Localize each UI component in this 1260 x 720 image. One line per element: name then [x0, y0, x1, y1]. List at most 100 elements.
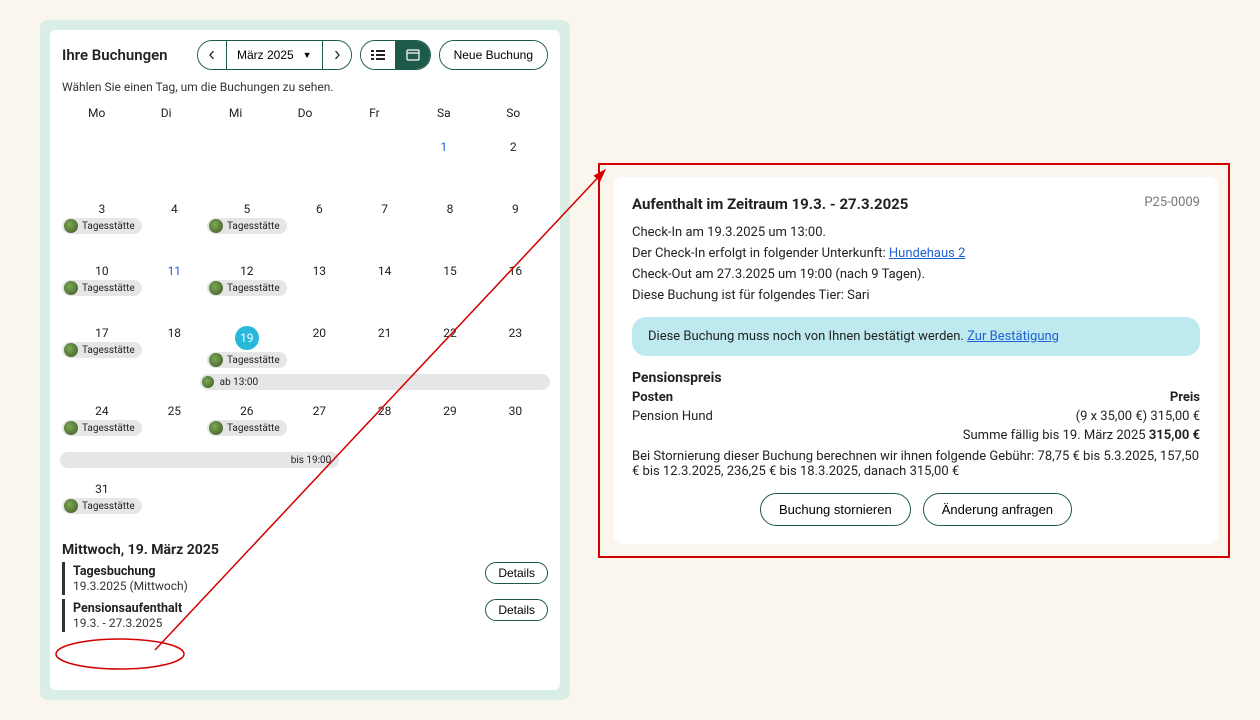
cal-cell[interactable]: 22 — [417, 312, 482, 374]
new-booking-button[interactable]: Neue Buchung — [440, 41, 547, 69]
cal-cell[interactable]: 24Tagesstätte — [62, 390, 142, 452]
cal-cell[interactable]: 21 — [352, 312, 417, 374]
daycare-tag: Tagesstätte — [207, 218, 287, 234]
cal-cell[interactable]: 18 — [142, 312, 207, 374]
details-button[interactable]: Details — [485, 599, 548, 621]
cal-cell[interactable]: 7 — [352, 188, 417, 250]
cal-cell[interactable]: 11 — [142, 250, 207, 312]
booking-sub: 19.3. - 27.3.2025 — [73, 616, 548, 630]
cal-cell[interactable] — [201, 126, 270, 188]
next-month-button[interactable] — [323, 41, 351, 69]
cal-cell[interactable]: 31Tagesstätte — [62, 468, 142, 530]
cal-cell[interactable]: 14 — [352, 250, 417, 312]
calendar-panel: Ihre Buchungen März 2025 ▼ — [40, 20, 570, 700]
help-text: Wählen Sie einen Tag, um die Buchungen z… — [62, 80, 548, 94]
weekday: Mi — [201, 106, 270, 120]
calendar-inner: Ihre Buchungen März 2025 ▼ — [50, 30, 560, 690]
selected-date-heading: Mittwoch, 19. März 2025 — [62, 542, 548, 558]
booking-item-daycare: Tagesbuchung 19.3.2025 (Mittwoch) Detail… — [62, 562, 548, 595]
view-switcher — [360, 40, 431, 70]
details-button[interactable]: Details — [485, 562, 548, 584]
accommodation-link[interactable]: Hundehaus 2 — [889, 246, 965, 261]
daycare-tag: Tagesstätte — [207, 280, 287, 296]
cal-cell[interactable]: 2 — [479, 126, 548, 188]
list-icon — [371, 49, 385, 61]
weekday-header: Mo Di Mi Do Fr Sa So — [62, 106, 548, 120]
list-view-button[interactable] — [361, 41, 396, 69]
month-select[interactable]: März 2025 ▼ — [227, 41, 323, 69]
caret-down-icon: ▼ — [303, 50, 312, 60]
cal-cell[interactable] — [62, 126, 131, 188]
cal-cell[interactable]: 3Tagesstätte — [62, 188, 142, 250]
cal-cell[interactable]: 9 — [483, 188, 548, 250]
cal-cell[interactable]: 12Tagesstätte — [207, 250, 287, 312]
weekday: Sa — [409, 106, 478, 120]
cal-cell[interactable]: 4 — [142, 188, 207, 250]
cal-cell[interactable]: 19Tagesstätte — [207, 312, 287, 374]
cancellation-note: Bei Stornierung dieser Buchung berechnen… — [632, 449, 1200, 479]
sum-row: Summe fällig bis 19. März 2025 315,00 € — [632, 428, 1200, 443]
new-booking-group: Neue Buchung — [439, 40, 548, 70]
cal-cell[interactable]: 26Tagesstätte — [207, 390, 287, 452]
cal-cell[interactable]: 6 — [287, 188, 352, 250]
confirmation-alert: Diese Buchung muss noch von Ihnen bestät… — [632, 317, 1200, 356]
checkin-line: Check-In am 19.3.2025 um 13:00. — [632, 225, 1200, 240]
pet-line: Diese Buchung ist für folgendes Tier: Sa… — [632, 288, 1200, 303]
booking-title: Tagesbuchung — [73, 564, 548, 579]
cal-cell[interactable] — [131, 126, 200, 188]
daycare-tag: Tagesstätte — [207, 420, 287, 436]
weekday: Do — [270, 106, 339, 120]
chevron-right-icon — [333, 51, 341, 59]
detail-title: Aufenthalt im Zeitraum 19.3. - 27.3.2025 — [632, 195, 908, 213]
cal-cell[interactable]: 15 — [417, 250, 482, 312]
daycare-tag: Tagesstätte — [62, 342, 142, 358]
page-title: Ihre Buchungen — [62, 46, 189, 64]
cal-cell[interactable]: 27 — [287, 390, 352, 452]
checkout-line: Check-Out am 27.3.2025 um 19:00 (nach 9 … — [632, 267, 1200, 282]
cal-cell[interactable]: 30 — [483, 390, 548, 452]
cal-cell[interactable]: 1 — [409, 126, 478, 188]
weekday: Fr — [340, 106, 409, 120]
cal-cell[interactable]: 20 — [287, 312, 352, 374]
cal-cell[interactable]: 10Tagesstätte — [62, 250, 142, 312]
daycare-tag: Tagesstätte — [62, 498, 142, 514]
stay-bar-end: bis 19:00 — [60, 452, 550, 468]
weekday: So — [479, 106, 548, 120]
daycare-tag: Tagesstätte — [62, 280, 142, 296]
cal-cell[interactable]: 25 — [142, 390, 207, 452]
calendar-grid: 1 2 3Tagesstätte 4 5Tagesstätte 6 7 8 9 … — [62, 126, 548, 530]
confirm-link[interactable]: Zur Bestätigung — [967, 329, 1059, 344]
booking-item-stay: Pensionsaufenthalt 19.3. - 27.3.2025 Det… — [62, 599, 548, 632]
prev-month-button[interactable] — [198, 41, 227, 69]
cal-cell[interactable]: 23 — [483, 312, 548, 374]
weekday: Di — [131, 106, 200, 120]
cal-cell[interactable]: 28 — [352, 390, 417, 452]
cal-cell[interactable] — [340, 126, 409, 188]
request-change-button[interactable]: Änderung anfragen — [923, 493, 1072, 526]
cal-cell[interactable]: 5Tagesstätte — [207, 188, 287, 250]
detail-panel-outline: Aufenthalt im Zeitraum 19.3. - 27.3.2025… — [598, 163, 1230, 558]
booking-id: P25-0009 — [1144, 195, 1200, 210]
booking-title: Pensionsaufenthalt — [73, 601, 548, 616]
cal-cell[interactable] — [270, 126, 339, 188]
price-table-header: PostenPreis — [632, 390, 1200, 405]
booking-sub: 19.3.2025 (Mittwoch) — [73, 579, 548, 593]
cal-cell[interactable]: 16 — [483, 250, 548, 312]
weekday: Mo — [62, 106, 131, 120]
price-heading: Pensionspreis — [632, 370, 1200, 386]
daycare-tag: Tagesstätte — [62, 420, 142, 436]
stay-bar-start: ab 13:00 — [60, 374, 550, 390]
cal-cell[interactable]: 17Tagesstätte — [62, 312, 142, 374]
daycare-tag: Tagesstätte — [62, 218, 142, 234]
detail-panel: Aufenthalt im Zeitraum 19.3. - 27.3.2025… — [614, 177, 1218, 544]
daycare-tag: Tagesstätte — [207, 352, 287, 368]
accommodation-line: Der Check-In erfolgt in folgender Unterk… — [632, 246, 1200, 261]
calendar-icon — [406, 49, 420, 61]
calendar-view-button[interactable] — [396, 41, 430, 69]
month-switcher: März 2025 ▼ — [197, 40, 352, 70]
cal-cell[interactable]: 29 — [417, 390, 482, 452]
cal-cell[interactable]: 8 — [417, 188, 482, 250]
cancel-booking-button[interactable]: Buchung stornieren — [760, 493, 911, 526]
cal-cell[interactable]: 13 — [287, 250, 352, 312]
price-table-row: Pension Hund(9 x 35,00 €) 315,00 € — [632, 409, 1200, 424]
